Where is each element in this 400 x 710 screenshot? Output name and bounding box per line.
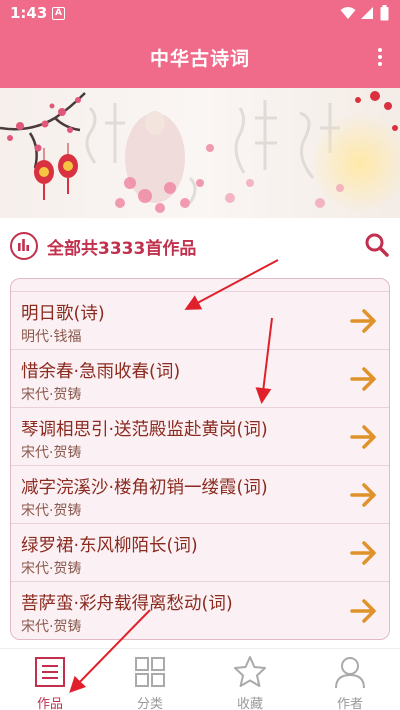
arrow-right-icon (350, 309, 376, 333)
summary-bar: 全部共3333首作品 (0, 218, 400, 272)
poem-title: 菩萨蛮·彩舟载得离愁动(词) (21, 594, 233, 614)
banner-image (0, 88, 400, 218)
bar-chart-icon (10, 232, 38, 260)
poem-list-item[interactable]: 惜余春·急雨收春(词) 宋代·贺铸 (11, 350, 389, 408)
battery-icon (380, 5, 389, 21)
document-list-icon (35, 657, 65, 687)
poem-author: 宋代·贺铸 (21, 387, 82, 403)
works-count: 全部共3333首作品 (47, 239, 197, 259)
nav-label: 作者 (336, 697, 363, 710)
app-title: 中华古诗词 (149, 48, 250, 70)
poem-title: 琴调相思引·送范殿监赴黄岗(词) (21, 420, 268, 440)
status-time: 1:43 (10, 4, 48, 22)
poem-title: 减字浣溪沙·楼角初销一缕霞(词) (21, 478, 268, 498)
poem-list-item[interactable]: 菩萨蛮·彩舟载得离愁动(词) 宋代·贺铸 (11, 582, 389, 639)
arrow-right-icon (350, 367, 376, 391)
arrow-right-icon (350, 599, 376, 623)
grid-icon (135, 657, 165, 687)
poem-author: 明代·钱福 (21, 329, 82, 345)
star-icon (234, 656, 266, 687)
notification-icon: A (52, 7, 65, 20)
nav-tab-categories[interactable]: 分类 (100, 649, 200, 710)
nav-tab-favorites[interactable]: 收藏 (200, 649, 300, 710)
poem-list-item[interactable]: 琴调相思引·送范殿监赴黄岗(词) 宋代·贺铸 (11, 408, 389, 466)
nav-label: 分类 (136, 697, 163, 710)
bottom-navigation: 作品 分类 收藏 作者 (0, 648, 400, 710)
poem-title: 明日歌(诗) (21, 304, 105, 324)
signal-icon (361, 7, 373, 19)
search-icon[interactable] (364, 232, 390, 258)
app-bar: 中华古诗词 (0, 28, 400, 88)
nav-tab-authors[interactable]: 作者 (300, 649, 400, 710)
arrow-right-icon (350, 483, 376, 507)
status-bar: 1:43 A (0, 0, 400, 28)
poem-list-item[interactable]: 明日歌(诗) 明代·钱福 (11, 292, 389, 350)
poem-author: 宋代·贺铸 (21, 503, 82, 519)
wifi-icon (340, 7, 356, 19)
poem-author: 宋代·贺铸 (21, 445, 82, 461)
poem-title: 绿罗裙·东风柳陌长(词) (21, 536, 198, 556)
person-icon (335, 657, 365, 689)
nav-label: 收藏 (236, 697, 263, 710)
nav-tab-works[interactable]: 作品 (0, 649, 100, 710)
poem-author: 宋代·贺铸 (21, 619, 82, 635)
arrow-right-icon (350, 541, 376, 565)
poem-title: 惜余春·急雨收春(词) (21, 362, 181, 382)
poem-list-item[interactable]: 绿罗裙·东风柳陌长(词) 宋代·贺铸 (11, 524, 389, 582)
arrow-right-icon (350, 425, 376, 449)
poem-author: 宋代·贺铸 (21, 561, 82, 577)
poem-list: 明日歌(诗) 明代·钱福 惜余春·急雨收春(词) 宋代·贺铸 琴调相思引·送范殿… (10, 278, 390, 640)
poem-list-item[interactable]: 减字浣溪沙·楼角初销一缕霞(词) 宋代·贺铸 (11, 466, 389, 524)
nav-label: 作品 (36, 697, 63, 710)
more-options-icon[interactable] (374, 46, 386, 70)
